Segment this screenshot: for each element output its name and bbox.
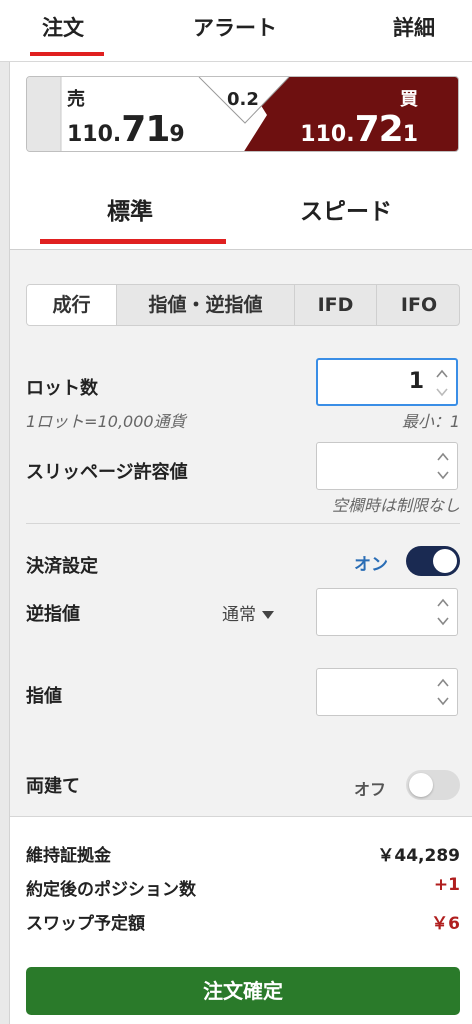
limit-price-input[interactable] (316, 668, 458, 716)
tab-order[interactable]: 注文 (42, 12, 84, 42)
positions-label: 約定後のポジション数 (26, 880, 196, 900)
buy-price-suffix: 1 (402, 122, 418, 147)
lot-unit-note: 1ロット=10,000通貨 (26, 412, 186, 431)
toggle-knob (409, 773, 433, 797)
order-type-ifo[interactable]: IFO (377, 285, 459, 325)
caret-down-icon (262, 611, 274, 619)
limit-label: 指値 (26, 686, 62, 707)
stop-type-select[interactable]: 通常 (222, 600, 274, 625)
active-tab-indicator (30, 52, 104, 56)
sell-price-suffix: 9 (169, 122, 185, 147)
tab-standard[interactable]: 標準 (107, 192, 153, 226)
sell-price-button[interactable]: 110.719 (67, 109, 185, 150)
tab-alert[interactable]: アラート (193, 12, 277, 42)
margin-label: 維持証拠金 (26, 846, 111, 866)
settlement-label: 決済設定 (26, 556, 98, 577)
section-divider (26, 523, 460, 524)
summary-row-positions: 約定後のポジション数 +1 (26, 875, 460, 901)
buy-price-main: 72 (354, 109, 404, 150)
limit-stepper-icon[interactable] (435, 673, 451, 711)
active-mode-indicator (40, 239, 226, 244)
sell-label: 売 (67, 89, 85, 110)
lot-input[interactable]: 1 (316, 358, 458, 406)
lot-label: ロット数 (26, 378, 98, 399)
order-form: 成行 指値・逆指値 IFD IFO ロット数 1ロット=10,000通貨 最小：… (10, 250, 472, 816)
order-type-ifd[interactable]: IFD (295, 285, 377, 325)
sell-price-prefix: 110. (67, 122, 122, 147)
stop-stepper-icon[interactable] (435, 593, 451, 631)
toggle-knob (433, 549, 457, 573)
buy-price-prefix: 110. (300, 122, 355, 147)
lot-stepper-icon[interactable] (434, 364, 450, 402)
hedge-toggle[interactable] (406, 770, 460, 800)
settlement-toggle-text: オン (354, 555, 388, 575)
summary-row-swap: スワップ予定額 ￥6 (26, 909, 460, 935)
buy-price-button[interactable]: 110.721 (300, 109, 418, 150)
lot-value: 1 (408, 369, 424, 394)
order-type-selector: 成行 指値・逆指値 IFD IFO (26, 284, 460, 326)
left-edge-strip (0, 62, 10, 1024)
slippage-note: 空欄時は制限なし (331, 496, 460, 515)
order-summary: 維持証拠金 ￥44,289 約定後のポジション数 +1 スワップ予定額 ￥6 注… (10, 816, 472, 1024)
confirm-order-button[interactable]: 注文確定 (26, 967, 460, 1015)
swap-label: スワップ予定額 (26, 914, 145, 934)
order-mode-tabs: 標準 スピード (10, 166, 472, 250)
buy-label: 買 (400, 89, 418, 110)
sell-side-bar (27, 77, 61, 151)
stop-type-value: 通常 (222, 605, 256, 625)
stop-price-input[interactable] (316, 588, 458, 636)
price-panel: 売 110.719 0.2 買 110.721 (26, 76, 459, 152)
slippage-label: スリッページ許容値 (26, 462, 188, 483)
tab-details[interactable]: 詳細 (393, 12, 435, 42)
slippage-stepper-icon[interactable] (435, 447, 451, 485)
sell-price-main: 71 (121, 109, 170, 150)
hedge-toggle-text: オフ (354, 780, 387, 799)
margin-value: ￥44,289 (377, 846, 460, 866)
slippage-input[interactable] (316, 442, 458, 490)
tab-speed[interactable]: スピード (300, 192, 392, 226)
summary-row-margin: 維持証拠金 ￥44,289 (26, 841, 460, 867)
spread-value: 0.2 (227, 89, 259, 110)
settlement-toggle[interactable] (406, 546, 460, 576)
order-type-market[interactable]: 成行 (27, 285, 117, 325)
order-type-limit-stop[interactable]: 指値・逆指値 (117, 285, 295, 325)
swap-value: ￥6 (431, 914, 460, 934)
positions-value: +1 (433, 875, 460, 895)
stop-label: 逆指値 (26, 604, 80, 625)
top-tab-bar: 注文 アラート 詳細 (0, 0, 472, 62)
hedge-label: 両建て (26, 776, 80, 797)
lot-min-note: 最小：1 (401, 412, 460, 431)
